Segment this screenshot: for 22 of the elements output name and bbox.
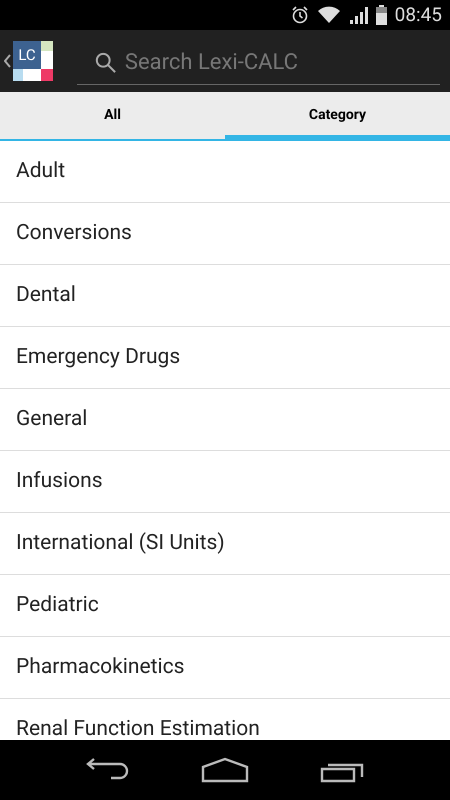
signal-icon [348, 6, 368, 24]
home-icon[interactable] [200, 757, 249, 783]
tab[interactable]: Category [225, 92, 450, 139]
category-item[interactable]: Infusions [0, 451, 450, 513]
wifi-icon [318, 6, 340, 24]
tab[interactable]: All [0, 92, 225, 139]
category-item[interactable]: Conversions [0, 203, 450, 265]
alarm-icon [290, 5, 310, 25]
logo-text: LC [18, 44, 36, 66]
app-logo-button[interactable]: LC [4, 36, 53, 86]
back-caret-icon [4, 54, 11, 68]
category-item[interactable]: Pediatric [0, 575, 450, 637]
category-item[interactable]: Adult [0, 141, 450, 203]
battery-icon [376, 5, 387, 25]
category-item[interactable]: International (SI Units) [0, 513, 450, 575]
status-time: 08:45 [394, 2, 442, 28]
search-icon [95, 50, 117, 74]
category-item[interactable]: Pharmacokinetics [0, 637, 450, 699]
category-item[interactable]: Dental [0, 265, 450, 327]
category-item[interactable]: General [0, 389, 450, 451]
search-field[interactable]: Search Lexi-CALC [77, 41, 440, 85]
category-item[interactable]: Emergency Drugs [0, 327, 450, 389]
